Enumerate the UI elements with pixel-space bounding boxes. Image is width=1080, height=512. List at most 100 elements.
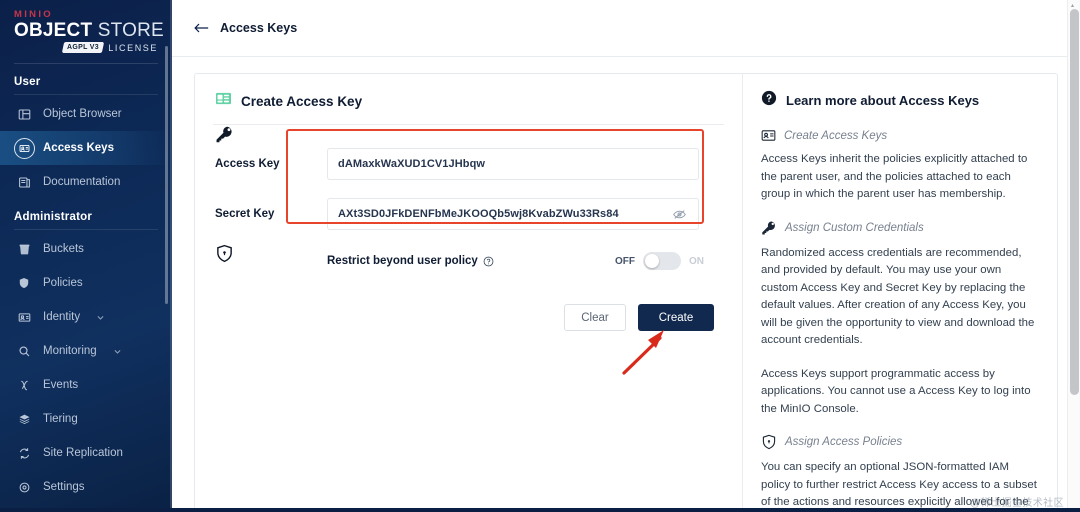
eye-off-icon[interactable] xyxy=(673,209,688,220)
create-access-key-card: Create Access Key Access Key dAMaxkWaXUD… xyxy=(194,73,742,511)
shield-icon xyxy=(215,244,234,268)
bottom-strip xyxy=(0,508,1080,512)
help-section-title: Create Access Keys xyxy=(784,129,888,142)
scroll-up-arrow-icon[interactable]: ▴ xyxy=(1071,2,1074,9)
key-icon xyxy=(215,125,234,149)
restrict-policy-row: Restrict beyond user policy OFF ON xyxy=(215,244,722,278)
access-key-label: Access Key xyxy=(215,158,280,170)
secret-key-value: AXt3SD0JFkDENFbMeJKOOQb5wj8KvabZWu33Rs84 xyxy=(338,208,619,220)
content-area: Create Access Key Access Key dAMaxkWaXUD… xyxy=(172,57,1080,512)
help-panel-title: Learn more about Access Keys xyxy=(786,93,980,108)
help-section-body: Access Keys inherit the policies explici… xyxy=(761,153,1028,200)
sidebar-item-label: Policies xyxy=(43,277,83,289)
license-badge: AGPL V3 xyxy=(62,42,105,53)
topbar: Access Keys xyxy=(172,0,1080,57)
logo-title-bold: OBJECT xyxy=(14,20,93,41)
chevron-down-icon xyxy=(113,347,122,356)
sidebar-item-label: Tiering xyxy=(43,413,78,425)
sidebar-scrollbar-thumb[interactable] xyxy=(165,46,168,304)
arrow-left-icon[interactable] xyxy=(194,22,209,34)
sidebar-item-label: Buckets xyxy=(43,243,84,255)
sidebar-item-buckets[interactable]: Buckets xyxy=(0,232,172,266)
logo[interactable]: MINIO OBJECT STORE AGPL V3 LICENSE xyxy=(0,0,172,53)
access-key-input[interactable]: dAMaxkWaXUD1CV1JHbqw xyxy=(327,148,699,180)
help-section-body: Access Keys support programmatic access … xyxy=(761,367,1031,415)
restrict-policy-label: Restrict beyond user policy xyxy=(327,255,478,267)
restrict-policy-toggle[interactable] xyxy=(643,252,681,270)
restrict-policy-label-wrap: Restrict beyond user policy xyxy=(327,255,494,267)
access-keys-icon xyxy=(14,137,35,159)
nav-group-user-label: User xyxy=(14,76,41,88)
sidebar-item-site-replication[interactable]: Site Replication xyxy=(0,436,172,470)
sidebar-item-object-browser[interactable]: Object Browser xyxy=(0,97,172,131)
key-icon xyxy=(761,220,777,236)
help-section-heading-policies: Assign Access Policies xyxy=(761,434,1039,450)
clear-button[interactable]: Clear xyxy=(564,304,626,331)
sidebar-item-access-keys[interactable]: Access Keys xyxy=(0,131,172,165)
help-section-body: Randomized access credentials are recomm… xyxy=(761,246,1035,347)
help-section-heading-credentials: Assign Custom Credentials xyxy=(761,220,1039,236)
nav-group-administrator-rule xyxy=(14,229,158,230)
nav-group-administrator-label: Administrator xyxy=(14,211,92,223)
identity-icon xyxy=(17,310,31,324)
id-card-icon xyxy=(761,129,776,142)
sidebar-item-documentation[interactable]: Documentation xyxy=(0,165,172,199)
main-content: Access Keys Create Access Key Access Key… xyxy=(172,0,1080,512)
card-header: Create Access Key xyxy=(215,91,722,124)
secret-key-label: Secret Key xyxy=(215,208,275,220)
buckets-icon xyxy=(17,242,31,256)
secret-key-row: Secret Key AXt3SD0JFkDENFbMeJKOOQb5wj8Kv… xyxy=(215,194,722,234)
panel-row: Create Access Key Access Key dAMaxkWaXUD… xyxy=(194,73,1058,511)
access-key-form: Access Key dAMaxkWaXUD1CV1JHbqw Secret K… xyxy=(215,125,722,331)
site-replication-icon xyxy=(17,446,31,460)
help-panel-header: Learn more about Access Keys xyxy=(761,90,1039,111)
sidebar-item-label: Settings xyxy=(43,481,85,493)
settings-icon xyxy=(17,480,31,494)
logo-brand: MINIO xyxy=(14,9,53,20)
object-browser-icon xyxy=(17,107,31,121)
sidebar-item-label: Site Replication xyxy=(43,447,123,459)
chevron-down-icon xyxy=(96,313,105,322)
nav-group-user-rule xyxy=(14,94,158,95)
help-section-title: Assign Access Policies xyxy=(785,436,903,448)
sidebar-item-monitoring[interactable]: Monitoring xyxy=(0,334,172,368)
page-title: Access Keys xyxy=(220,21,298,35)
page-scrollbar-thumb[interactable] xyxy=(1070,9,1079,395)
sidebar-item-settings[interactable]: Settings xyxy=(0,470,172,504)
sidebar-item-label: Documentation xyxy=(43,176,121,188)
logo-title: OBJECT STORE xyxy=(14,21,172,41)
sidebar-item-label: Access Keys xyxy=(43,142,114,154)
sidebar-item-label: Identity xyxy=(43,311,81,323)
events-icon xyxy=(17,378,31,392)
sidebar-item-identity[interactable]: Identity xyxy=(0,300,172,334)
sidebar-item-events[interactable]: Events xyxy=(0,368,172,402)
sidebar-item-label: Monitoring xyxy=(43,345,97,357)
minio-console-app: MINIO OBJECT STORE AGPL V3 LICENSE User … xyxy=(0,0,1080,512)
license-label: LICENSE xyxy=(108,42,158,53)
card-title: Create Access Key xyxy=(241,93,363,109)
sidebar-item-label: Object Browser xyxy=(43,108,122,120)
question-circle-icon xyxy=(761,90,777,111)
policies-icon xyxy=(17,276,31,290)
sidebar: MINIO OBJECT STORE AGPL V3 LICENSE User … xyxy=(0,0,172,512)
toggle-off-label: OFF xyxy=(615,255,635,267)
form-actions: Clear Create xyxy=(215,304,722,331)
access-key-value: dAMaxkWaXUD1CV1JHbqw xyxy=(338,158,486,170)
sidebar-item-tiering[interactable]: Tiering xyxy=(0,402,172,436)
watermark: @稀土掘金技术社区 xyxy=(970,498,1064,509)
help-circle-icon[interactable] xyxy=(483,256,494,267)
toggle-knob xyxy=(645,254,659,268)
monitoring-icon xyxy=(17,344,31,358)
license-row: AGPL V3 LICENSE xyxy=(14,42,172,53)
create-button[interactable]: Create xyxy=(638,304,714,331)
toggle-on-label: ON xyxy=(689,255,704,267)
page-scrollbar[interactable]: ▴ xyxy=(1067,0,1080,512)
sidebar-item-policies[interactable]: Policies xyxy=(0,266,172,300)
sidebar-item-label: Events xyxy=(43,379,79,391)
help-panel: Learn more about Access Keys Create Acce… xyxy=(742,73,1058,511)
id-card-icon xyxy=(215,91,232,111)
tiering-icon xyxy=(17,412,31,426)
access-key-row: Access Key dAMaxkWaXUD1CV1JHbqw xyxy=(215,144,722,184)
secret-key-input[interactable]: AXt3SD0JFkDENFbMeJKOOQb5wj8KvabZWu33Rs84 xyxy=(327,198,699,230)
help-section-heading-create: Create Access Keys xyxy=(761,129,1039,142)
